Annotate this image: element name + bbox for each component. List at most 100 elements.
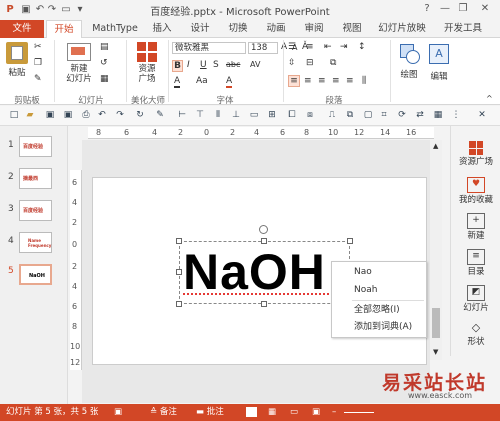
undo-icon[interactable]: ↶ — [34, 4, 46, 16]
resize-handle[interactable] — [176, 269, 182, 275]
menu-item-suggestion[interactable]: Noah — [332, 282, 426, 298]
distribute-v-icon[interactable]: ⊥ — [230, 109, 242, 121]
scroll-down-icon[interactable]: ▼ — [433, 348, 438, 356]
slide-thumbnail[interactable]: 百度经验 — [19, 200, 52, 221]
help-button[interactable]: ? — [420, 2, 434, 16]
reading-view-icon[interactable]: ▭ — [290, 404, 298, 421]
underline-button[interactable]: U — [200, 60, 207, 70]
present-icon[interactable]: ▭ — [60, 4, 72, 16]
decrease-indent-icon[interactable]: ⇤ — [324, 42, 332, 52]
minimize-button[interactable]: — — [438, 2, 452, 16]
save-as-icon[interactable]: ▣ — [62, 109, 74, 121]
normal-view-icon[interactable] — [246, 407, 257, 417]
rotate-handle[interactable] — [259, 225, 268, 234]
redo-icon[interactable]: ↷ — [114, 109, 126, 121]
select-icon[interactable]: ▦ — [432, 109, 444, 121]
stack-icon[interactable]: ⧉ — [344, 109, 356, 121]
panel-slides[interactable]: ◩ 幻灯片 — [451, 282, 500, 318]
slide-thumbnail[interactable]: Name Frequency — [19, 232, 52, 253]
text-direction-icon[interactable]: ⇳ — [288, 58, 296, 68]
line-spacing-icon[interactable]: ↕ — [358, 42, 366, 52]
increase-indent-icon[interactable]: ⇥ — [340, 42, 348, 52]
cut-icon[interactable]: ✂ — [34, 42, 42, 52]
align-text-icon[interactable]: ⊟ — [306, 58, 314, 68]
shadow-button[interactable]: S — [213, 60, 219, 70]
align-center-icon[interactable]: ≡ — [304, 76, 312, 86]
resize-handle[interactable] — [176, 238, 182, 244]
menu-item-ignore-all[interactable]: 全部忽略(I) — [332, 302, 426, 318]
vertical-scrollbar[interactable]: ▲ ▼ — [430, 140, 442, 360]
tab-developer[interactable]: 开发工具 — [440, 20, 486, 38]
brush-icon[interactable]: ✎ — [154, 109, 166, 121]
menu-item-add-to-dictionary[interactable]: 添加到词典(A) — [332, 319, 426, 335]
panel-toc[interactable]: ≡ 目录 — [451, 246, 500, 282]
menu-item-suggestion[interactable]: Nao — [332, 264, 426, 280]
slide-thumbnail[interactable]: 百度经验 — [19, 136, 52, 157]
ungroup-icon[interactable]: ⧈ — [304, 109, 316, 121]
resources-button[interactable]: 资源 广场 — [132, 40, 162, 92]
drawing-button[interactable]: 绘图 — [396, 40, 422, 90]
tab-slideshow[interactable]: 幻灯片放映 — [374, 20, 430, 38]
format-painter-icon[interactable]: ✎ — [34, 74, 42, 84]
refresh-icon[interactable]: ↻ — [134, 109, 146, 121]
bullets-icon[interactable]: ☰ — [288, 42, 296, 52]
panel-new[interactable]: + 新建 — [451, 210, 500, 246]
slideshow-view-icon[interactable]: ▣ — [312, 404, 320, 421]
notes-button[interactable]: ≙ 备注 — [150, 404, 177, 421]
flip-icon[interactable]: ⇄ — [414, 109, 426, 121]
print-preview-icon[interactable]: ⎙ — [80, 109, 92, 121]
collapse-ribbon-icon[interactable]: ^ — [486, 94, 493, 103]
align-right-icon[interactable]: ≡ — [318, 76, 326, 86]
toolbar-more-icon[interactable]: ⋮ — [450, 109, 462, 121]
slide-thumbnail[interactable]: 摘最西 — [19, 168, 52, 189]
redo-icon[interactable]: ↷ — [46, 4, 58, 16]
scroll-up-icon[interactable]: ▲ — [433, 142, 438, 150]
new-slide-button[interactable]: 新建 幻灯片 — [60, 40, 98, 92]
change-case-button[interactable]: Aa — [196, 76, 208, 86]
font-name-select[interactable]: 微软雅黑 — [172, 42, 246, 54]
scroll-thumb[interactable] — [432, 308, 440, 338]
zoom-slider[interactable] — [344, 412, 374, 413]
slide-thumbnail-active[interactable]: NaOH — [19, 264, 52, 285]
save-disk-icon[interactable]: ▣ — [44, 109, 56, 121]
copy-icon[interactable]: ❐ — [34, 58, 42, 68]
language-icon[interactable]: ▣ — [114, 404, 122, 421]
paste-button[interactable]: 粘贴 — [4, 40, 30, 88]
panel-shapes[interactable]: ◇ 形状 — [451, 318, 500, 354]
customize-qat-icon[interactable]: ▾ — [74, 4, 86, 16]
tab-transitions[interactable]: 切换 — [224, 20, 252, 38]
numbering-icon[interactable]: ≡ — [306, 42, 314, 52]
frame-icon[interactable]: ▢ — [362, 109, 374, 121]
italic-button[interactable]: I — [187, 60, 190, 70]
maximize-button[interactable]: ❐ — [456, 2, 470, 16]
resize-handle[interactable] — [347, 238, 353, 244]
align-left-icon[interactable]: ≡ — [288, 75, 300, 87]
zoom-out-icon[interactable]: – — [332, 404, 336, 421]
font-size-select[interactable]: 138 — [248, 42, 278, 54]
tab-home[interactable]: 开始 — [46, 20, 82, 39]
distribute-icon[interactable]: ≡ — [346, 76, 354, 86]
tab-file[interactable]: 文件 — [0, 20, 44, 38]
columns-icon[interactable]: ⫼ — [362, 76, 366, 86]
comments-button[interactable]: ▬ 批注 — [196, 404, 224, 421]
tab-animations[interactable]: 动画 — [262, 20, 290, 38]
align-objects-icon[interactable]: ⊢ — [176, 109, 188, 121]
open-folder-icon[interactable]: ▰ — [24, 109, 36, 121]
rotate-icon[interactable]: ⟳ — [396, 109, 408, 121]
font-color-button[interactable]: A — [226, 76, 233, 88]
tab-design[interactable]: 设计 — [186, 20, 214, 38]
justify-icon[interactable]: ≡ — [332, 76, 340, 86]
panel-favorites[interactable]: ♥ 我的收藏 — [451, 174, 500, 210]
reset-icon[interactable]: ↺ — [100, 58, 108, 68]
text-effect-button[interactable]: A — [174, 76, 181, 88]
editing-button[interactable]: A 编辑 — [426, 40, 452, 90]
new-doc-icon[interactable]: □ — [8, 109, 20, 121]
panel-resources[interactable]: 资源广场 — [451, 138, 500, 174]
align-top-icon[interactable]: ⊤ — [194, 109, 206, 121]
undo-icon[interactable]: ↶ — [96, 109, 108, 121]
layout-icon[interactable]: ▤ — [100, 42, 109, 52]
char-spacing-button[interactable]: AV — [250, 60, 260, 69]
tab-insert[interactable]: 插入 — [148, 20, 176, 38]
box-icon[interactable]: ▭ — [248, 109, 260, 121]
resize-handle[interactable] — [176, 301, 182, 307]
